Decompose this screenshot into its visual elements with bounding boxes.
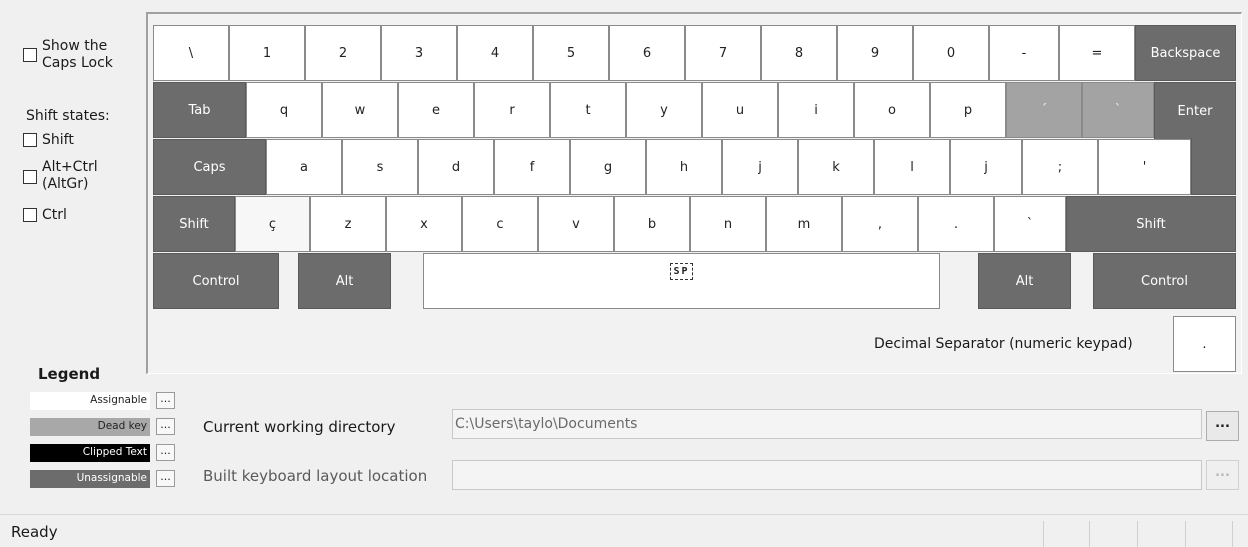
key-equals[interactable]: =	[1059, 25, 1135, 81]
key-decimal-separator[interactable]: .	[1173, 316, 1236, 372]
decimal-separator-label: Decimal Separator (numeric keypad)	[874, 336, 1133, 352]
key-right-alt[interactable]: Alt	[978, 253, 1071, 309]
key-right-shift[interactable]: Shift	[1066, 196, 1236, 252]
key-x[interactable]: x	[386, 196, 462, 252]
key-y[interactable]: y	[626, 82, 702, 138]
key-enter[interactable]: Enter	[1154, 82, 1236, 139]
key-w[interactable]: w	[322, 82, 398, 138]
key-acute-dead[interactable]: ´	[1006, 82, 1082, 138]
legend-unassignable-button[interactable]: ...	[156, 470, 175, 487]
legend-assignable-button[interactable]: ...	[156, 392, 175, 409]
altgr-checkbox[interactable]	[23, 170, 37, 184]
key-left-alt[interactable]: Alt	[298, 253, 391, 309]
key-f[interactable]: f	[494, 139, 570, 195]
key-tab[interactable]: Tab	[153, 82, 246, 138]
key-q[interactable]: q	[246, 82, 322, 138]
cwd-field[interactable]: C:\Users\taylo\Documents	[452, 409, 1202, 439]
key-left-shift[interactable]: Shift	[153, 196, 235, 252]
shift-states-label: Shift states:	[26, 108, 110, 124]
shift-checkbox-label: Shift	[42, 132, 74, 148]
key-u[interactable]: u	[702, 82, 778, 138]
space-marker: SP	[670, 263, 693, 280]
key-i[interactable]: i	[778, 82, 854, 138]
key-4[interactable]: 4	[457, 25, 533, 81]
key-7[interactable]: 7	[685, 25, 761, 81]
key-p[interactable]: p	[930, 82, 1006, 138]
status-text: Ready	[11, 523, 58, 541]
status-divider	[1137, 521, 1138, 547]
key-m[interactable]: m	[766, 196, 842, 252]
key-left-control[interactable]: Control	[153, 253, 279, 309]
key-5[interactable]: 5	[533, 25, 609, 81]
cwd-label: Current working directory	[203, 418, 396, 436]
key-3[interactable]: 3	[381, 25, 457, 81]
ctrl-checkbox-label: Ctrl	[42, 207, 67, 223]
key-0[interactable]: 0	[913, 25, 989, 81]
key-c-cedilla[interactable]: ç	[235, 196, 310, 252]
key-backspace[interactable]: Backspace	[1135, 25, 1236, 81]
key-j-alt[interactable]: j	[950, 139, 1022, 195]
legend-clipped-text-swatch: Clipped Text	[30, 444, 150, 462]
legend-dead-key-swatch: Dead key	[30, 418, 150, 436]
key-z[interactable]: z	[310, 196, 386, 252]
key-b[interactable]: b	[614, 196, 690, 252]
key-minus[interactable]: -	[989, 25, 1059, 81]
key-h[interactable]: h	[646, 139, 722, 195]
key-backslash[interactable]: \	[153, 25, 229, 81]
ctrl-checkbox[interactable]	[23, 208, 37, 222]
key-s[interactable]: s	[342, 139, 418, 195]
shift-checkbox[interactable]	[23, 133, 37, 147]
key-d[interactable]: d	[418, 139, 494, 195]
key-c[interactable]: c	[462, 196, 538, 252]
altgr-checkbox-label: Alt+Ctrl (AltGr)	[42, 159, 98, 192]
key-period[interactable]: .	[918, 196, 994, 252]
key-right-control[interactable]: Control	[1093, 253, 1236, 309]
key-r[interactable]: r	[474, 82, 550, 138]
key-a[interactable]: a	[266, 139, 342, 195]
show-caps-lock-label: Show the Caps Lock	[42, 38, 113, 71]
key-caps[interactable]: Caps	[153, 139, 266, 195]
key-apostrophe[interactable]: '	[1098, 139, 1191, 195]
legend-dead-key-button[interactable]: ...	[156, 418, 175, 435]
key-9[interactable]: 9	[837, 25, 913, 81]
status-divider	[1043, 521, 1044, 547]
key-semicolon[interactable]: ;	[1022, 139, 1098, 195]
key-n[interactable]: n	[690, 196, 766, 252]
key-v[interactable]: v	[538, 196, 614, 252]
legend-clipped-text-button[interactable]: ...	[156, 444, 175, 461]
status-bar: Ready	[0, 514, 1248, 547]
cwd-browse-button[interactable]: ...	[1206, 411, 1239, 441]
build-location-browse-button[interactable]: ...	[1206, 460, 1239, 490]
show-caps-lock-checkbox[interactable]	[23, 48, 37, 62]
key-e[interactable]: e	[398, 82, 474, 138]
key-6[interactable]: 6	[609, 25, 685, 81]
key-2[interactable]: 2	[305, 25, 381, 81]
key-enter-lower[interactable]	[1191, 138, 1236, 195]
key-g[interactable]: g	[570, 139, 646, 195]
key-backtick[interactable]: `	[994, 196, 1066, 252]
legend-assignable-swatch: Assignable	[30, 392, 150, 410]
status-divider	[1232, 521, 1233, 547]
key-space[interactable]: SP	[423, 253, 940, 309]
key-t[interactable]: t	[550, 82, 626, 138]
key-o[interactable]: o	[854, 82, 930, 138]
key-8[interactable]: 8	[761, 25, 837, 81]
status-divider	[1089, 521, 1090, 547]
build-location-field[interactable]	[452, 460, 1202, 490]
key-1[interactable]: 1	[229, 25, 305, 81]
status-divider	[1185, 521, 1186, 547]
key-comma[interactable]: ,	[842, 196, 918, 252]
key-j[interactable]: j	[722, 139, 798, 195]
legend-title: Legend	[38, 365, 101, 383]
key-grave-dead[interactable]: `	[1082, 82, 1154, 138]
build-location-label: Built keyboard layout location	[203, 467, 428, 485]
key-l[interactable]: l	[874, 139, 950, 195]
legend-unassignable-swatch: Unassignable	[30, 470, 150, 488]
key-k[interactable]: k	[798, 139, 874, 195]
